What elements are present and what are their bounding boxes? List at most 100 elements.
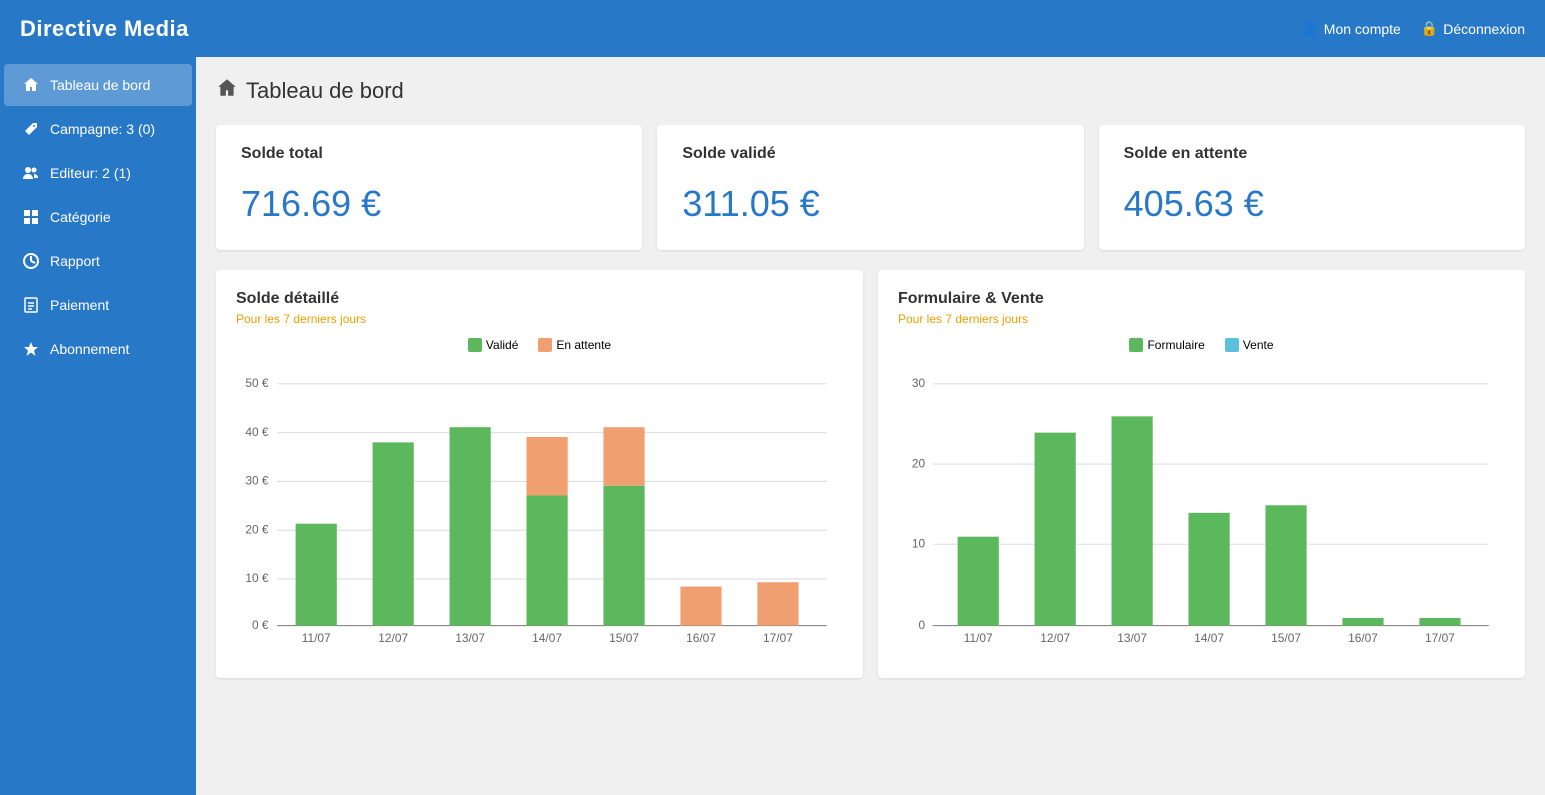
mon-compte-link[interactable]: 👤 Mon compte — [1301, 20, 1400, 37]
legend-formulaire-label: Formulaire — [1147, 338, 1204, 352]
bar-1707-attente — [757, 582, 798, 625]
chart-formulaire-legend: Formulaire Vente — [898, 338, 1505, 352]
sidebar-item-campagne[interactable]: Campagne: 3 (0) — [4, 108, 192, 150]
legend-attente: En attente — [538, 338, 611, 352]
svg-text:13/07: 13/07 — [455, 631, 485, 645]
sidebar-label-rapport: Rapport — [50, 253, 100, 269]
bar-1207-valide — [373, 442, 414, 625]
chart-solde-legend: Validé En attente — [236, 338, 843, 352]
lock-icon: 🔒 — [1421, 20, 1438, 37]
charts-row: Solde détaillé Pour les 7 derniers jours… — [216, 270, 1525, 678]
sidebar-item-tableau-de-bord[interactable]: Tableau de bord — [4, 64, 192, 106]
home-icon — [22, 76, 40, 94]
svg-text:15/07: 15/07 — [609, 631, 639, 645]
mon-compte-label: Mon compte — [1324, 21, 1401, 37]
svg-text:30: 30 — [912, 376, 926, 390]
main-content: Tableau de bord Solde total 716.69 € Sol… — [196, 57, 1545, 795]
chart-formulaire-container: 30 20 10 0 11/07 12/0 — [898, 360, 1505, 658]
svg-text:14/07: 14/07 — [532, 631, 562, 645]
deconnexion-label: Déconnexion — [1443, 21, 1525, 37]
svg-text:20 €: 20 € — [245, 522, 269, 536]
page-title-home-icon — [216, 77, 238, 105]
svg-text:12/07: 12/07 — [1040, 631, 1070, 645]
legend-vente: Vente — [1225, 338, 1274, 352]
chart-solde-subtitle: Pour les 7 derniers jours — [236, 312, 843, 326]
sidebar-item-editeur[interactable]: Editeur: 2 (1) — [4, 152, 192, 194]
deconnexion-link[interactable]: 🔒 Déconnexion — [1421, 20, 1525, 37]
svg-text:11/07: 11/07 — [302, 631, 331, 645]
sidebar-label-categorie: Catégorie — [50, 209, 111, 225]
balance-card-valide: Solde validé 311.05 € — [657, 125, 1083, 250]
legend-formulaire-dot — [1129, 338, 1143, 352]
legend-valide-dot — [468, 338, 482, 352]
chart-solde-title: Solde détaillé — [236, 290, 843, 308]
sidebar-label-paiement: Paiement — [50, 297, 109, 313]
bar-f-1407 — [1188, 513, 1229, 626]
legend-vente-label: Vente — [1243, 338, 1274, 352]
sidebar-label-abonnement: Abonnement — [50, 341, 129, 357]
sidebar-label-campagne: Campagne: 3 (0) — [50, 121, 155, 137]
chart-solde: Solde détaillé Pour les 7 derniers jours… — [216, 270, 863, 678]
balance-valide-title: Solde validé — [682, 145, 1058, 163]
sidebar-label-editeur: Editeur: 2 (1) — [50, 165, 131, 181]
balance-attente-value: 405.63 € — [1124, 183, 1500, 225]
svg-text:12/07: 12/07 — [378, 631, 408, 645]
balance-valide-value: 311.05 € — [682, 183, 1058, 225]
svg-text:20: 20 — [912, 456, 926, 470]
chart-formulaire: Formulaire & Vente Pour les 7 derniers j… — [878, 270, 1525, 678]
balance-total-title: Solde total — [241, 145, 617, 163]
bar-f-1207 — [1035, 433, 1076, 626]
sidebar-item-rapport[interactable]: Rapport — [4, 240, 192, 282]
app-header: Directive Media 👤 Mon compte 🔒 Déconnexi… — [0, 0, 1545, 57]
sidebar-item-categorie[interactable]: Catégorie — [4, 196, 192, 238]
app-title: Directive Media — [20, 16, 189, 42]
sidebar-label-tableau-de-bord: Tableau de bord — [50, 77, 150, 93]
page-title-text: Tableau de bord — [246, 78, 404, 104]
sidebar-item-abonnement[interactable]: Abonnement — [4, 328, 192, 370]
svg-text:16/07: 16/07 — [686, 631, 716, 645]
balance-attente-title: Solde en attente — [1124, 145, 1500, 163]
sidebar: Tableau de bord Campagne: 3 (0) Editeur — [0, 57, 196, 795]
bar-f-1307 — [1112, 416, 1153, 625]
legend-valide-label: Validé — [486, 338, 518, 352]
bar-1107-valide — [296, 524, 337, 626]
user-icon: 👤 — [1301, 20, 1318, 37]
svg-text:50 €: 50 € — [245, 376, 269, 390]
header-actions: 👤 Mon compte 🔒 Déconnexion — [1301, 20, 1525, 37]
svg-text:40 €: 40 € — [245, 425, 269, 439]
svg-text:0: 0 — [918, 618, 925, 632]
page-title: Tableau de bord — [216, 77, 1525, 105]
bar-1307-valide — [450, 427, 491, 625]
sidebar-item-paiement[interactable]: Paiement — [4, 284, 192, 326]
legend-attente-dot — [538, 338, 552, 352]
svg-text:13/07: 13/07 — [1117, 631, 1147, 645]
tag-icon — [22, 120, 40, 138]
balance-cards: Solde total 716.69 € Solde validé 311.05… — [216, 125, 1525, 250]
bar-f-1107 — [958, 537, 999, 626]
star-icon — [22, 340, 40, 358]
svg-text:30 €: 30 € — [245, 474, 269, 488]
svg-text:17/07: 17/07 — [1425, 631, 1455, 645]
balance-total-value: 716.69 € — [241, 183, 617, 225]
bar-1607-attente — [680, 587, 721, 626]
legend-vente-dot — [1225, 338, 1239, 352]
svg-text:0 €: 0 € — [252, 618, 269, 632]
chart-formulaire-title: Formulaire & Vente — [898, 290, 1505, 308]
svg-text:10 €: 10 € — [245, 571, 269, 585]
main-layout: Tableau de bord Campagne: 3 (0) Editeur — [0, 57, 1545, 795]
legend-attente-label: En attente — [556, 338, 611, 352]
balance-card-attente: Solde en attente 405.63 € — [1099, 125, 1525, 250]
svg-text:15/07: 15/07 — [1271, 631, 1301, 645]
bar-1407-attente — [526, 437, 567, 496]
bar-f-1607 — [1342, 618, 1383, 626]
svg-text:11/07: 11/07 — [964, 631, 993, 645]
file-icon — [22, 296, 40, 314]
legend-formulaire: Formulaire — [1129, 338, 1204, 352]
legend-valide: Validé — [468, 338, 518, 352]
svg-text:17/07: 17/07 — [763, 631, 793, 645]
chart-solde-container: 50 € 40 € 30 € 20 € 10 € 0 € — [236, 360, 843, 658]
svg-text:16/07: 16/07 — [1348, 631, 1378, 645]
bar-1407-valide — [526, 495, 567, 625]
chart-formulaire-svg: 30 20 10 0 11/07 12/0 — [898, 360, 1505, 653]
users-icon — [22, 164, 40, 182]
